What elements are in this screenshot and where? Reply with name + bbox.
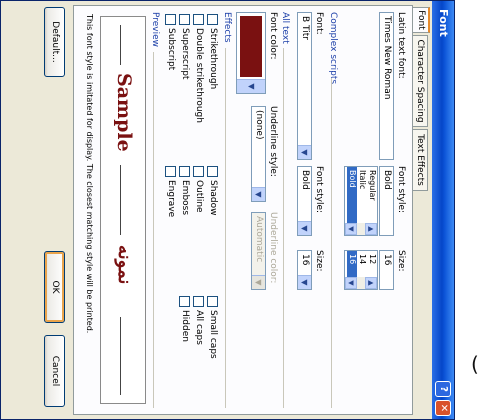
- chevron-down-icon[interactable]: ▼: [298, 145, 311, 159]
- effects-heading: Effects: [222, 12, 232, 43]
- chevron-down-icon[interactable]: ▼: [237, 79, 265, 93]
- latin-size-input[interactable]: 16: [379, 250, 394, 290]
- title-bar[interactable]: Font ? ✕: [432, 1, 454, 419]
- underline-color-select[interactable]: Automatic ▼: [251, 212, 266, 290]
- underline-color-value: Automatic: [254, 216, 264, 263]
- window-title: Font: [437, 9, 450, 37]
- scroll-up-icon[interactable]: ▲: [365, 223, 377, 235]
- preview-heading: Preview: [150, 12, 160, 48]
- overlay-glyph: (: [471, 352, 479, 376]
- latin-size-value: 16: [382, 254, 392, 266]
- all-text-heading: All text: [280, 12, 290, 44]
- tab-text-effects[interactable]: Text Effects: [412, 129, 428, 191]
- engrave-label[interactable]: Engrave: [166, 180, 176, 217]
- shadow-label[interactable]: Shadow: [208, 180, 218, 216]
- complex-font-select[interactable]: B Titr ▼: [297, 12, 312, 160]
- font-dialog: Font ? ✕ Font Character Spacing Text Eff…: [0, 0, 455, 420]
- complex-size-label: Size:: [314, 250, 324, 272]
- latin-size-list[interactable]: 12 14 16 ▲ ▼: [344, 250, 378, 290]
- complex-style-label: Font style:: [314, 166, 324, 214]
- preview-box: Sample نمونه: [100, 16, 146, 404]
- preview-sample-text: Sample: [113, 73, 135, 152]
- complex-size-select[interactable]: 16 ▼: [297, 250, 312, 290]
- latin-font-input[interactable]: Times New Roman: [379, 12, 394, 160]
- subscript-label[interactable]: Subscript: [166, 28, 176, 70]
- section-divider: [153, 52, 154, 408]
- complex-font-label: Font:: [314, 12, 324, 35]
- section-divider: [331, 78, 332, 408]
- underline-style-select[interactable]: (none) ▼: [251, 106, 266, 202]
- checkbox[interactable]: [193, 296, 204, 307]
- checkbox[interactable]: [179, 166, 190, 177]
- section-divider: [225, 48, 226, 408]
- help-button[interactable]: ?: [435, 381, 451, 397]
- section-divider: [283, 48, 284, 408]
- preview-note: This font style is imitated for display.…: [85, 14, 94, 334]
- preview-arabic-text: نمونه: [114, 245, 135, 285]
- latin-style-value: Bold: [382, 170, 392, 190]
- checkbox[interactable]: [179, 14, 190, 25]
- ok-button[interactable]: OK: [44, 251, 65, 323]
- latin-size-label: Size:: [396, 250, 406, 272]
- latin-font-label: Latin text font:: [396, 12, 406, 79]
- underline-style-label: Underline style:: [268, 106, 278, 177]
- chevron-down-icon[interactable]: ▼: [252, 275, 265, 289]
- complex-style-value: Bold: [300, 170, 310, 190]
- hidden-label[interactable]: Hidden: [180, 310, 190, 342]
- latin-style-list[interactable]: Regular Italic Bold ▲ ▼: [344, 166, 378, 236]
- outline-label[interactable]: Outline: [194, 180, 204, 213]
- close-button[interactable]: ✕: [435, 400, 451, 416]
- underline-color-label: Underline color:: [268, 212, 278, 284]
- latin-font-value: Times New Roman: [382, 16, 392, 100]
- underline-style-value: (none): [254, 110, 264, 140]
- checkbox[interactable]: [193, 166, 204, 177]
- emboss-label[interactable]: Emboss: [180, 180, 190, 215]
- scroll-up-icon[interactable]: ▲: [365, 277, 377, 289]
- tab-font[interactable]: Font: [412, 7, 430, 33]
- preview-line: [120, 165, 121, 235]
- style-list-scrollbar[interactable]: ▲ ▼: [345, 223, 377, 235]
- complex-style-select[interactable]: Bold ▼: [297, 166, 312, 236]
- preview-line: [120, 317, 121, 395]
- complex-scripts-heading: Complex scripts: [328, 12, 338, 85]
- default-button[interactable]: Default...: [44, 7, 65, 77]
- preview-line: [120, 25, 121, 65]
- checkbox[interactable]: [165, 166, 176, 177]
- font-color-label: Font color:: [268, 12, 278, 60]
- small-caps-label[interactable]: Small caps: [208, 310, 218, 359]
- cancel-button[interactable]: Cancel: [44, 335, 65, 407]
- size-list-scrollbar[interactable]: ▲ ▼: [345, 277, 377, 289]
- chevron-down-icon[interactable]: ▼: [298, 275, 311, 289]
- checkbox[interactable]: [207, 166, 218, 177]
- all-caps-label[interactable]: All caps: [194, 310, 204, 345]
- screenshot-stage: Font ? ✕ Font Character Spacing Text Eff…: [0, 0, 490, 420]
- scroll-down-icon[interactable]: ▼: [345, 277, 357, 289]
- tab-character-spacing[interactable]: Character Spacing: [412, 35, 428, 127]
- strikethrough-label[interactable]: Strikethrough: [208, 28, 218, 89]
- font-color-swatch: [240, 16, 262, 77]
- complex-font-value: B Titr: [300, 16, 310, 40]
- superscript-label[interactable]: Superscript: [180, 28, 190, 79]
- chevron-down-icon[interactable]: ▼: [298, 221, 311, 235]
- chevron-down-icon[interactable]: ▼: [252, 187, 265, 201]
- font-color-picker[interactable]: ▼: [236, 12, 266, 94]
- checkbox[interactable]: [165, 14, 176, 25]
- double-strikethrough-label[interactable]: Double strikethrough: [194, 28, 204, 123]
- latin-style-input[interactable]: Bold: [379, 166, 394, 236]
- latin-style-label: Font style:: [396, 166, 406, 214]
- checkbox[interactable]: [179, 296, 190, 307]
- scroll-down-icon[interactable]: ▼: [345, 223, 357, 235]
- checkbox[interactable]: [193, 14, 204, 25]
- font-tab-panel: Latin text font: Times New Roman Font st…: [73, 5, 413, 415]
- checkbox[interactable]: [207, 296, 218, 307]
- complex-size-value: 16: [300, 254, 310, 266]
- checkbox[interactable]: [207, 14, 218, 25]
